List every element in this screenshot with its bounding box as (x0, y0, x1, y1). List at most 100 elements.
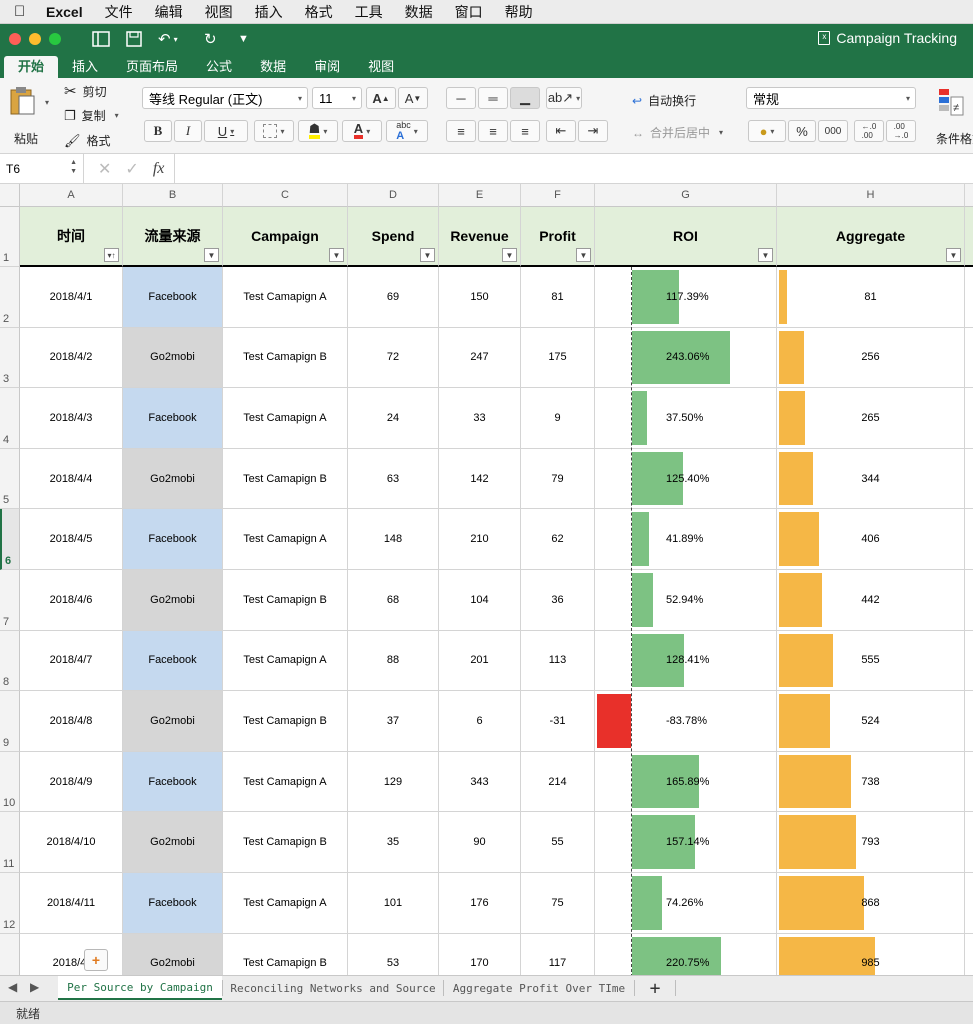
spend-cell[interactable]: 53 (348, 933, 439, 975)
comma-style-button[interactable]: 000 (818, 120, 848, 142)
source-cell[interactable]: Facebook (123, 388, 223, 449)
menu-help[interactable]: 帮助 (505, 2, 533, 22)
fill-color-button[interactable]: ☗ ▾ (298, 120, 338, 142)
font-size-select[interactable]: 11 ▾ (312, 87, 362, 109)
orientation-button[interactable]: ab↗ ▾ (546, 87, 582, 109)
tab-view[interactable]: 视图 (354, 56, 408, 78)
header-cell-g[interactable]: ROI ▼ (595, 207, 777, 267)
profit-cell[interactable]: 113 (521, 630, 595, 692)
select-all-corner[interactable] (0, 184, 20, 207)
align-top-button[interactable]: ─ (446, 87, 476, 109)
empty-cell[interactable] (965, 449, 973, 510)
empty-cell[interactable] (965, 691, 973, 752)
save-icon[interactable] (126, 28, 142, 50)
borders-button[interactable]: ▾ (254, 120, 294, 142)
column-header-f[interactable]: F (521, 184, 595, 207)
menu-file[interactable]: 文件 (105, 2, 133, 22)
column-header-b[interactable]: B (123, 184, 223, 207)
menu-tools[interactable]: 工具 (355, 2, 383, 22)
revenue-cell[interactable]: 6 (439, 691, 521, 752)
revenue-cell[interactable]: 90 (439, 812, 521, 873)
row-header-7[interactable]: 7 (0, 570, 20, 631)
revenue-cell[interactable]: 104 (439, 570, 521, 631)
cut-button[interactable]: ✂ 剪切 (64, 82, 107, 100)
roi-cell[interactable]: 220.75% (595, 933, 777, 975)
menu-app-name[interactable]: Excel (46, 4, 83, 20)
row-header-2[interactable]: 2 (0, 267, 20, 328)
empty-cell[interactable] (965, 267, 973, 328)
revenue-cell[interactable]: 343 (439, 751, 521, 813)
row-header-10[interactable]: 10 (0, 751, 20, 813)
campaign-cell[interactable]: Test Camapign A (223, 873, 348, 934)
sheet-tab-per-source[interactable]: Per Source by Campaign (58, 976, 222, 1000)
spend-cell[interactable]: 37 (348, 691, 439, 752)
font-name-select[interactable]: 等线 Regular (正文) ▾ (142, 87, 308, 109)
empty-cell[interactable] (965, 328, 973, 389)
row-header-1[interactable]: 1 (0, 207, 20, 267)
header-cell-c[interactable]: Campaign ▼ (223, 207, 348, 267)
aggregate-cell[interactable]: 265 (777, 388, 965, 449)
decrease-decimal-button[interactable]: .00 →.0 (886, 120, 916, 142)
source-cell[interactable]: Facebook (123, 873, 223, 934)
profit-cell[interactable]: 9 (521, 388, 595, 449)
campaign-cell[interactable]: Test Camapign A (223, 751, 348, 813)
spend-cell[interactable]: 68 (348, 570, 439, 631)
campaign-cell[interactable]: Test Camapign A (223, 267, 348, 328)
header-cell-a[interactable]: 时间 ▾↑ (20, 207, 123, 267)
aggregate-cell[interactable]: 868 (777, 873, 965, 934)
roi-cell[interactable]: 74.26% (595, 873, 777, 934)
campaign-cell[interactable]: Test Camapign B (223, 933, 348, 975)
header-cell-d[interactable]: Spend ▼ (348, 207, 439, 267)
source-cell[interactable]: Facebook (123, 751, 223, 813)
increase-decimal-button[interactable]: ←.0.00 (854, 120, 884, 142)
empty-cell[interactable] (965, 509, 973, 570)
formula-input[interactable] (175, 154, 973, 184)
close-window-button[interactable] (9, 33, 21, 45)
format-painter-button[interactable]: 🖌 格式 (64, 132, 111, 149)
revenue-cell[interactable]: 33 (439, 388, 521, 449)
source-cell[interactable]: Go2mobi (123, 812, 223, 873)
name-box-stepper-icon[interactable]: ▲ ▼ (70, 158, 77, 176)
source-cell[interactable]: Go2mobi (123, 448, 223, 510)
sheet-tab-reconciling[interactable]: Reconciling Networks and Source (224, 976, 442, 1000)
cancel-entry-icon[interactable]: ✕ (98, 159, 111, 179)
add-sheet-button[interactable]: + (636, 976, 674, 1000)
decrease-font-size-button[interactable]: A ▼ (398, 87, 428, 109)
row-header-13[interactable]: 13 (0, 933, 20, 975)
spend-cell[interactable]: 129 (348, 751, 439, 813)
roi-cell[interactable]: 41.89% (595, 509, 777, 570)
revenue-cell[interactable]: 201 (439, 630, 521, 692)
spend-cell[interactable]: 24 (348, 388, 439, 449)
filter-dropdown-icon[interactable]: ▼ (576, 248, 591, 262)
date-cell[interactable]: 2018/4/1 (20, 267, 123, 328)
column-header-c[interactable]: C (223, 184, 348, 207)
source-cell[interactable]: Go2mobi (123, 691, 223, 752)
campaign-cell[interactable]: Test Camapign B (223, 691, 348, 752)
revenue-cell[interactable]: 210 (439, 509, 521, 570)
insert-options-icon[interactable]: + (84, 949, 108, 971)
source-cell[interactable]: Facebook (123, 267, 223, 328)
tab-home[interactable]: 开始 (4, 56, 59, 78)
header-cell-e[interactable]: Revenue ▼ (439, 207, 521, 267)
row-header-3[interactable]: 3 (0, 327, 20, 389)
column-header-h[interactable]: H (777, 184, 965, 207)
menu-view[interactable]: 视图 (205, 2, 233, 22)
tab-data[interactable]: 数据 (246, 56, 300, 78)
profit-cell[interactable]: 62 (521, 509, 595, 570)
filter-dropdown-icon[interactable]: ▼ (502, 248, 517, 262)
source-cell[interactable]: Facebook (123, 509, 223, 570)
align-middle-button[interactable]: ═ (478, 87, 508, 109)
sort-filter-icon[interactable]: ▾↑ (104, 248, 119, 262)
filter-dropdown-icon[interactable]: ▼ (204, 248, 219, 262)
revenue-cell[interactable]: 150 (439, 267, 521, 328)
roi-cell[interactable]: 157.14% (595, 812, 777, 873)
zoom-window-button[interactable] (49, 33, 61, 45)
date-cell[interactable]: 2018/4/6 (20, 570, 123, 631)
roi-cell[interactable]: 52.94% (595, 570, 777, 631)
paste-button[interactable]: ▾ 粘贴 (8, 86, 49, 146)
accounting-format-button[interactable]: ● ▾ (748, 120, 786, 142)
date-cell[interactable]: 2018/4/10 (20, 812, 123, 873)
spend-cell[interactable]: 69 (348, 267, 439, 328)
column-header-e[interactable]: E (439, 184, 521, 207)
aggregate-cell[interactable]: 738 (777, 751, 965, 813)
